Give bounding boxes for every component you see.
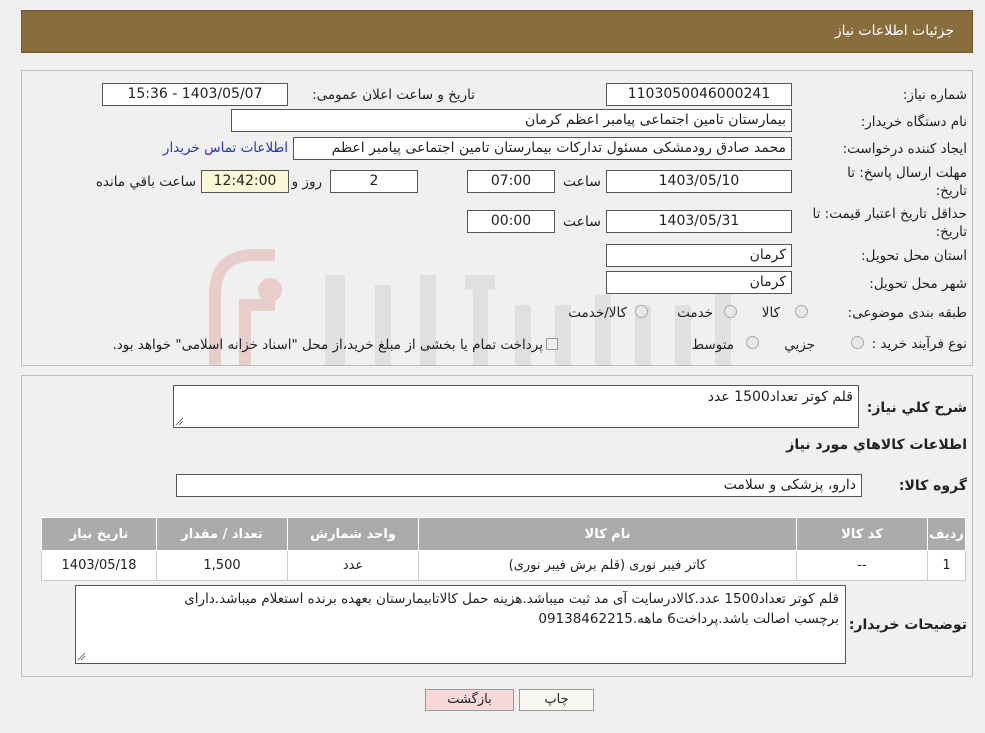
buyer-notes-label: توضیحات خریدار:: [848, 617, 967, 633]
category-radio-service[interactable]: [724, 305, 737, 318]
process-label: نوع فرآیند خرید :: [871, 336, 967, 352]
announce-label: تاریخ و ساعت اعلان عمومی:: [312, 87, 475, 103]
days-remaining-field[interactable]: 2: [330, 170, 418, 193]
days-label: روز و: [291, 174, 322, 190]
col-item-name: نام کالا: [418, 517, 797, 551]
province-label: استان محل تحویل:: [861, 248, 967, 264]
col-quantity: تعداد / مقدار: [156, 517, 288, 551]
cell-need-date: 1403/05/18: [41, 550, 157, 581]
process-radio-minor[interactable]: [851, 336, 864, 349]
general-description-field[interactable]: قلم کوتر تعداد1500 عدد: [173, 385, 859, 428]
announce-datetime-field[interactable]: 1403/05/07 - 15:36: [102, 83, 288, 106]
creator-field[interactable]: محمد صادق رودمشکی مسئول تدارکات بیمارستا…: [293, 137, 792, 160]
general-description-text: قلم کوتر تعداد1500 عدد: [707, 389, 853, 405]
cell-item-code: --: [796, 550, 928, 581]
buyer-notes-line-1: قلم کوتر تعداد1500 عدد.کالادرسایت آی مد …: [184, 591, 839, 607]
deadline-date-field[interactable]: 1403/05/10: [606, 170, 792, 193]
col-row-number: ردیف: [927, 517, 966, 551]
cell-unit: عدد: [287, 550, 419, 581]
validity-label: حداقل تاریخ اعتبار قیمت: تا: [812, 206, 967, 222]
category-option-service: خدمت: [677, 305, 713, 321]
page-header: جزئیات اطلاعات نیاز: [21, 10, 973, 53]
buyer-notes-field[interactable]: قلم کوتر تعداد1500 عدد.کالادرسایت آی مد …: [75, 585, 846, 664]
print-button[interactable]: چاپ: [519, 689, 594, 711]
city-field[interactable]: کرمان: [606, 271, 792, 294]
items-table: ردیف کد کالا نام کالا واحد شمارش تعداد /…: [41, 517, 966, 581]
buyer-org-label: نام دستگاه خریدار:: [860, 114, 967, 130]
category-radio-goods[interactable]: [795, 305, 808, 318]
col-item-code: کد کالا: [796, 517, 928, 551]
deadline-label: مهلت ارسال پاسخ: تا: [847, 165, 967, 181]
col-unit: واحد شمارش: [287, 517, 419, 551]
cell-item-name: کاتر فیبر نوری (قلم برش فیبر نوری): [418, 550, 797, 581]
category-option-goods-service: کالا/خدمت: [568, 305, 627, 321]
process-note: پرداخت تمام یا بخشی از مبلغ خرید،از محل …: [112, 337, 543, 353]
col-need-date: تاریخ نیاز: [41, 517, 157, 551]
cell-row-number: 1: [927, 550, 966, 581]
table-row[interactable]: 1 -- کاتر فیبر نوری (قلم برش فیبر نوری) …: [41, 550, 966, 581]
need-number-label: شماره نیاز:: [902, 87, 967, 103]
back-button[interactable]: بازگشت: [425, 689, 514, 711]
city-label: شهر محل تحویل:: [869, 276, 967, 292]
validity-label-date: تاریخ:: [935, 224, 967, 240]
category-radio-goods-service[interactable]: [635, 305, 648, 318]
resize-handle-icon[interactable]: [175, 417, 184, 426]
remaining-label: ساعت باقي مانده: [95, 174, 196, 190]
process-radio-medium[interactable]: [746, 336, 759, 349]
items-section-title: اطلاعات کالاهاي مورد نياز: [786, 437, 967, 453]
buyer-notes-line-2: برچسب اصالت باشد.پرداخت6 ماهه.0913846221…: [538, 611, 839, 627]
resize-handle-icon[interactable]: [77, 652, 86, 661]
goods-group-label: گروه کالا:: [898, 478, 967, 494]
validity-time-label: ساعت: [562, 214, 601, 230]
category-label: طبقه بندی موضوعی:: [847, 305, 967, 321]
process-option-medium: متوسط: [691, 337, 734, 353]
goods-group-field[interactable]: دارو، پزشکی و سلامت: [176, 474, 862, 497]
category-option-goods: کالا: [761, 305, 780, 321]
buyer-org-field[interactable]: بیمارستان تامین اجتماعی پیامبر اعظم کرما…: [231, 109, 792, 132]
page-title: جزئیات اطلاعات نیاز: [834, 23, 954, 39]
deadline-time-label: ساعت: [562, 174, 601, 190]
validity-date-field[interactable]: 1403/05/31: [606, 210, 792, 233]
general-description-label: شرح کلي نياز:: [866, 400, 967, 416]
remaining-time-field[interactable]: 12:42:00: [201, 170, 289, 193]
need-number-field[interactable]: 1103050046000241: [606, 83, 792, 106]
deadline-time-field[interactable]: 07:00: [467, 170, 555, 193]
creator-label: ایجاد کننده درخواست:: [842, 141, 967, 157]
table-header-row: ردیف کد کالا نام کالا واحد شمارش تعداد /…: [41, 517, 966, 551]
deadline-label-date: تاریخ:: [935, 183, 967, 199]
buyer-contact-link[interactable]: اطلاعات تماس خریدار: [163, 140, 288, 156]
province-field[interactable]: کرمان: [606, 244, 792, 267]
process-option-minor: جزیي: [784, 337, 815, 353]
validity-time-field[interactable]: 00:00: [467, 210, 555, 233]
treasury-checkbox[interactable]: [546, 338, 558, 350]
cell-quantity: 1,500: [156, 550, 288, 581]
